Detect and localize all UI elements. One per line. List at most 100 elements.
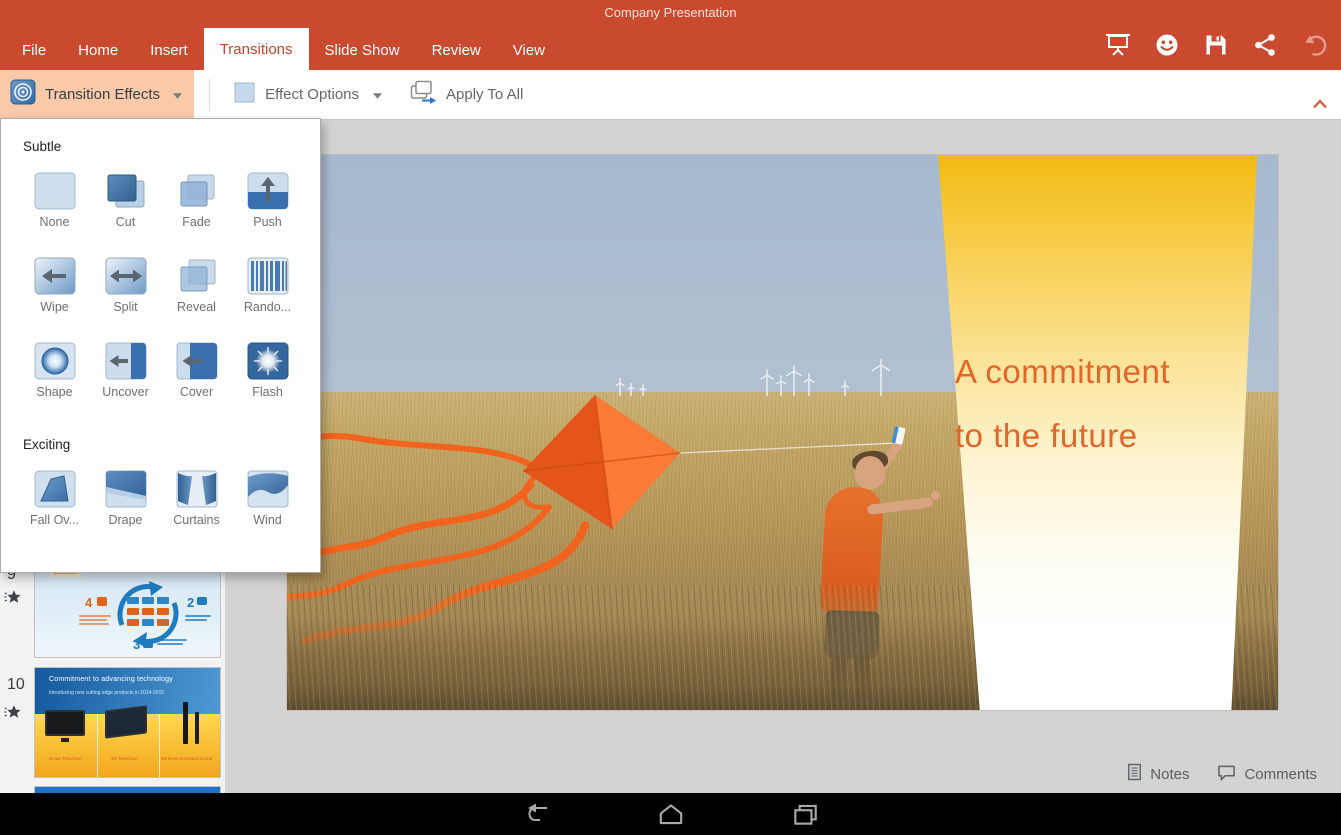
- effect-options-icon: [234, 82, 255, 107]
- tab-view[interactable]: View: [497, 30, 561, 70]
- transition-label: Rando...: [244, 300, 291, 314]
- transition-tiles-exciting: Fall Ov... Drape Curtains Wind: [1, 470, 320, 555]
- present-slideshow-icon[interactable]: [1105, 32, 1131, 58]
- transition-star-icon: [4, 704, 21, 720]
- status-row: Notes Comments: [1127, 763, 1317, 785]
- transition-uncover[interactable]: Uncover: [90, 342, 161, 399]
- slide-canvas[interactable]: A commitment to the future: [287, 155, 1278, 710]
- transition-label: Wind: [253, 513, 281, 527]
- slide-thumbnail-10[interactable]: Commitment to advancing technology Intro…: [35, 668, 220, 777]
- tab-file[interactable]: File: [6, 30, 62, 70]
- transition-label: Flash: [252, 385, 283, 399]
- drape-transition-icon: [105, 470, 147, 508]
- apply-to-all-icon: [410, 80, 437, 109]
- none-transition-icon: [34, 172, 76, 210]
- transition-effects-button[interactable]: Transition Effects: [0, 70, 194, 120]
- curtains-transition-icon: [176, 470, 218, 508]
- cut-transition-icon: [105, 172, 147, 210]
- recent-apps-icon[interactable]: [790, 801, 820, 827]
- transition-tiles-subtle: None Cut Fade Push Wipe Split Reveal Rando... Sh…: [1, 172, 320, 427]
- transition-none[interactable]: None: [19, 172, 90, 229]
- cover-transition-icon: [176, 342, 218, 380]
- notes-button[interactable]: Notes: [1127, 763, 1189, 785]
- wipe-transition-icon: [34, 257, 76, 295]
- smiley-feedback-icon[interactable]: [1154, 32, 1180, 58]
- transition-label: Cover: [180, 385, 213, 399]
- flash-transition-icon: [247, 342, 289, 380]
- collapse-ribbon-chevron-icon[interactable]: [1312, 96, 1328, 106]
- effect-options-label: Effect Options: [265, 86, 359, 103]
- notes-label: Notes: [1150, 766, 1189, 783]
- tv-image: [45, 710, 85, 736]
- slide-heading: A commitment to the future: [955, 353, 1170, 455]
- transition-shape[interactable]: Shape: [19, 342, 90, 399]
- transition-random-bars[interactable]: Rando...: [232, 257, 303, 314]
- transition-star-icon: [4, 589, 21, 605]
- menu-section-subtle: Subtle: [23, 139, 320, 154]
- ribbon-tabs: FileHomeInsertTransitionsSlide ShowRevie…: [6, 28, 561, 70]
- effect-options-button[interactable]: Effect Options: [234, 82, 382, 107]
- transition-curtains[interactable]: Curtains: [161, 470, 232, 527]
- random-bars-transition-icon: [247, 257, 289, 295]
- ribbon-divider: [209, 79, 210, 111]
- transition-label: Cut: [116, 215, 135, 229]
- share-icon[interactable]: [1252, 32, 1278, 58]
- transition-label: Push: [253, 215, 282, 229]
- chevron-down-icon: [173, 86, 182, 104]
- slide-heading-line2: to the future: [955, 417, 1170, 455]
- document-title: Company Presentation: [0, 5, 1341, 20]
- transition-label: Drape: [108, 513, 142, 527]
- transition-fall-over[interactable]: Fall Ov...: [19, 470, 90, 527]
- titlebar-icons: [1105, 32, 1327, 58]
- transition-push[interactable]: Push: [232, 172, 303, 229]
- menu-section-exciting: Exciting: [23, 437, 320, 452]
- transition-reveal[interactable]: Reveal: [161, 257, 232, 314]
- transition-label: Curtains: [173, 513, 220, 527]
- transition-label: None: [40, 215, 70, 229]
- back-icon[interactable]: [522, 801, 552, 827]
- titlebar: Company Presentation FileHomeInsertTrans…: [0, 0, 1341, 70]
- transition-drape[interactable]: Drape: [90, 470, 161, 527]
- tab-home[interactable]: Home: [62, 30, 134, 70]
- thumb10-caption: Wireless Surround Sound: [161, 756, 212, 761]
- thumb10-title: Commitment to advancing technology: [49, 676, 173, 683]
- wind-transition-icon: [247, 470, 289, 508]
- transition-effects-menu: Subtle None Cut Fade Push Wipe Split Reveal Rand…: [0, 118, 321, 573]
- powerpoint-app: Company Presentation FileHomeInsertTrans…: [0, 0, 1341, 835]
- transition-label: Split: [113, 300, 137, 314]
- ribbon: Transition Effects Effect Options Apply …: [0, 70, 1341, 120]
- save-icon[interactable]: [1203, 32, 1229, 58]
- comments-icon: [1217, 764, 1236, 785]
- workspace: 9 practices 4 2 3: [0, 120, 1341, 793]
- transition-flash[interactable]: Flash: [232, 342, 303, 399]
- slide-number: 10: [7, 676, 25, 694]
- comments-label: Comments: [1244, 766, 1317, 783]
- tab-review[interactable]: Review: [416, 30, 497, 70]
- comments-button[interactable]: Comments: [1217, 764, 1317, 785]
- thumb9-step-3: 3: [133, 637, 140, 652]
- transition-label: Uncover: [102, 385, 149, 399]
- home-icon[interactable]: [656, 801, 686, 827]
- transition-wind[interactable]: Wind: [232, 470, 303, 527]
- undo-icon[interactable]: [1301, 32, 1327, 58]
- thumb10-caption: Smart Television: [49, 756, 82, 761]
- thumb9-step-2: 2: [187, 595, 194, 610]
- apply-to-all-button[interactable]: Apply To All: [410, 80, 523, 109]
- chevron-down-icon: [373, 86, 382, 103]
- transition-cut[interactable]: Cut: [90, 172, 161, 229]
- reveal-transition-icon: [176, 257, 218, 295]
- transition-label: Reveal: [177, 300, 216, 314]
- apply-to-all-label: Apply To All: [446, 86, 523, 103]
- transition-fade[interactable]: Fade: [161, 172, 232, 229]
- tab-transitions[interactable]: Transitions: [204, 28, 309, 70]
- slide-heading-line1: A commitment: [955, 353, 1170, 391]
- fall-over-transition-icon: [34, 470, 76, 508]
- android-navigation-bar: [0, 793, 1341, 835]
- tab-insert[interactable]: Insert: [134, 30, 204, 70]
- shape-transition-icon: [34, 342, 76, 380]
- transition-label: Shape: [36, 385, 72, 399]
- transition-cover[interactable]: Cover: [161, 342, 232, 399]
- tab-slide-show[interactable]: Slide Show: [309, 30, 416, 70]
- transition-split[interactable]: Split: [90, 257, 161, 314]
- transition-wipe[interactable]: Wipe: [19, 257, 90, 314]
